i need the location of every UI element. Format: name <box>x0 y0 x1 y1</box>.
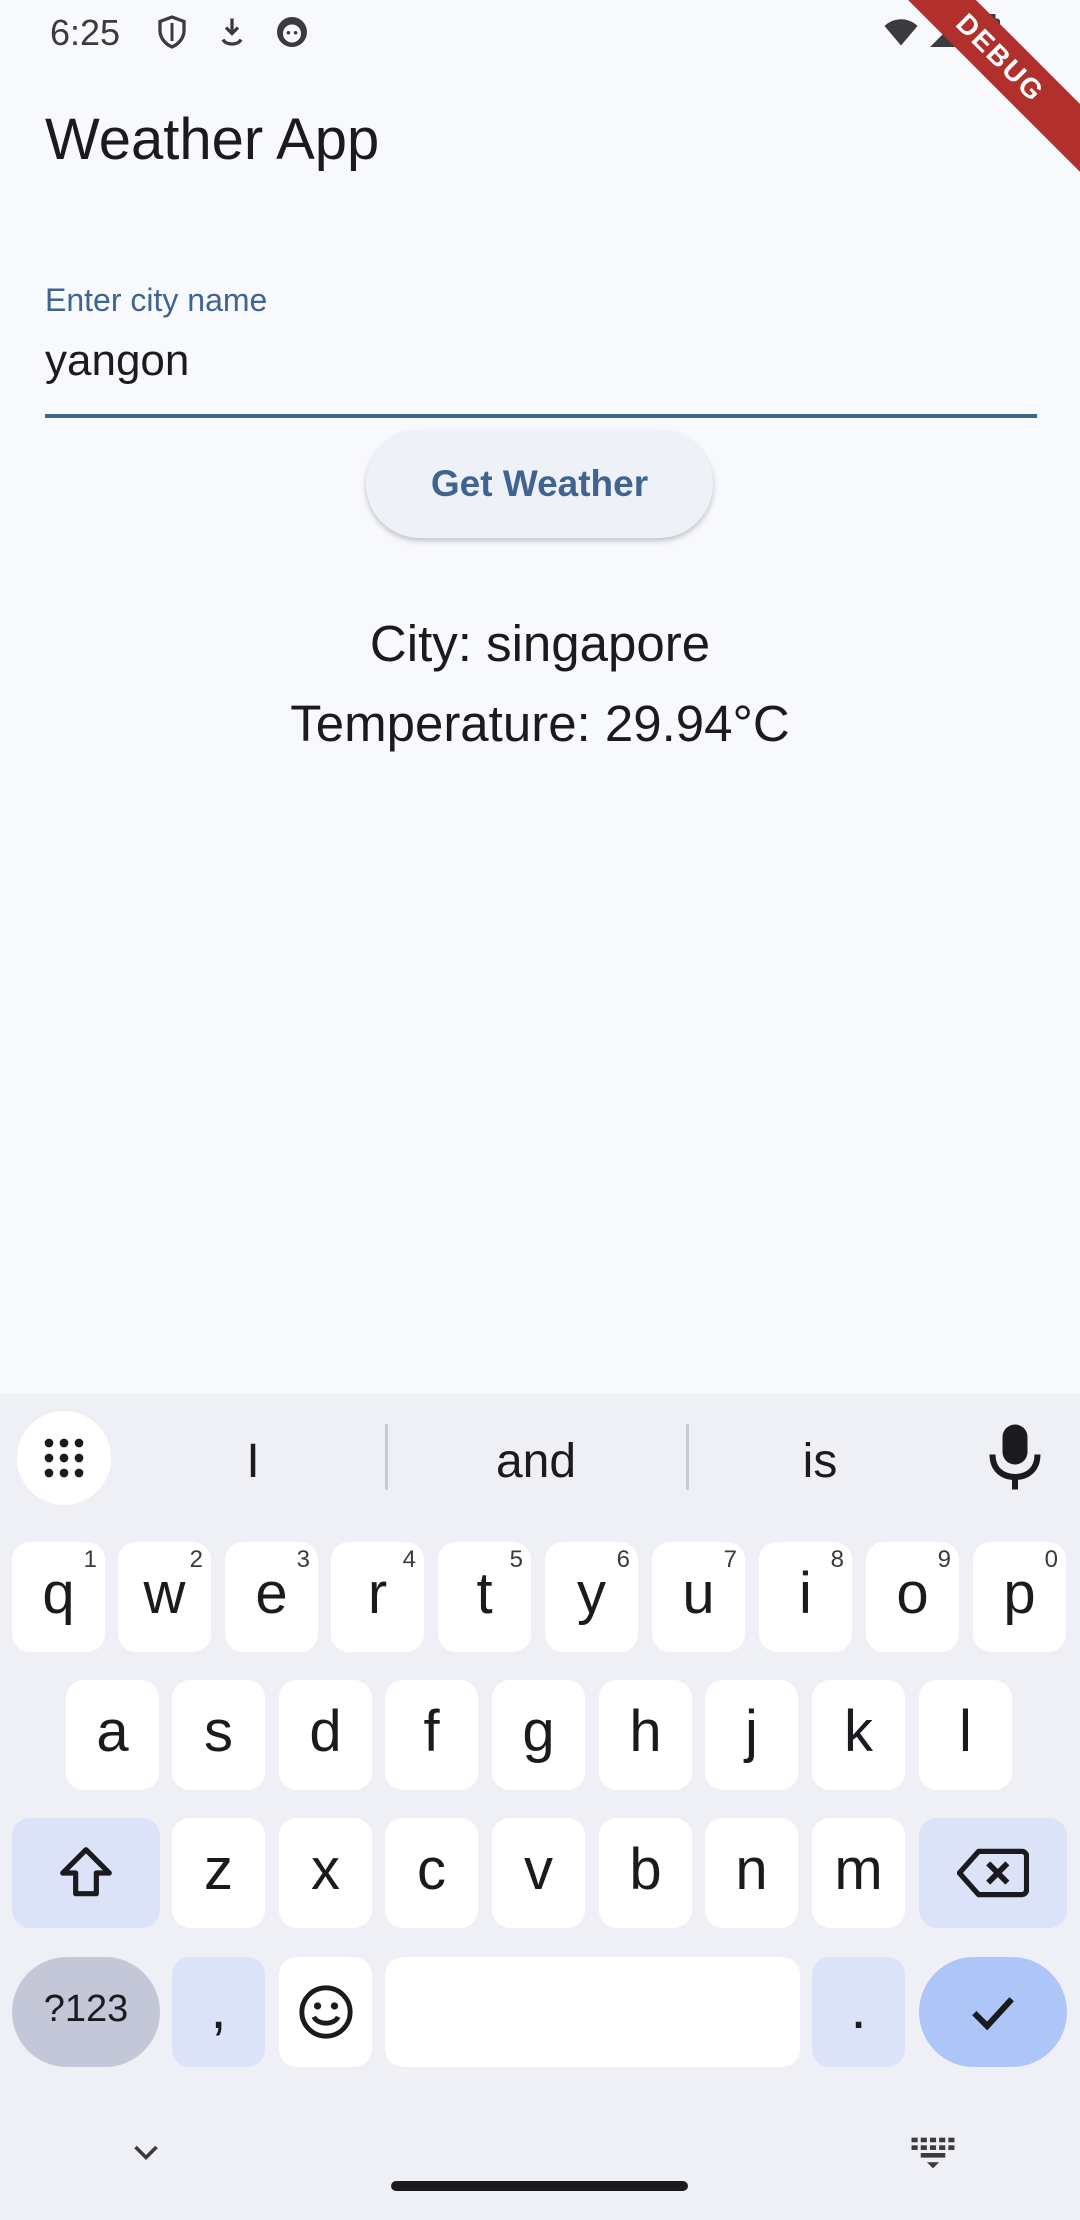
space-key[interactable] <box>385 1957 800 2067</box>
key-label: q <box>42 1561 75 1626</box>
city-input[interactable]: Enter city name yangon <box>45 280 1037 418</box>
key-hint: 4 <box>402 1546 416 1573</box>
key-e[interactable]: e3 <box>225 1542 318 1652</box>
key-label: r <box>367 1561 388 1626</box>
key-y[interactable]: y6 <box>545 1542 638 1652</box>
check-icon <box>972 1997 1014 2031</box>
key-f[interactable]: f <box>385 1680 478 1790</box>
key-m[interactable]: m <box>812 1818 905 1928</box>
key-c[interactable]: c <box>385 1818 478 1928</box>
soft-keyboard: I and is q1 w2 e3 r4 t5 y6 u7 i8 o9 p0 a… <box>0 1394 1080 2220</box>
emoji-key[interactable] <box>279 1957 372 2067</box>
key-hint: 6 <box>616 1546 630 1573</box>
key-d[interactable]: d <box>279 1680 372 1790</box>
key-t[interactable]: t5 <box>438 1542 531 1652</box>
key-z[interactable]: z <box>172 1818 265 1928</box>
key-hint: 3 <box>296 1546 310 1573</box>
shift-key[interactable] <box>12 1818 160 1928</box>
key-hint: 8 <box>830 1546 844 1573</box>
key-label: i <box>799 1561 812 1626</box>
apps-grid-icon <box>44 1438 84 1478</box>
key-l[interactable]: l <box>919 1680 1012 1790</box>
comma-key[interactable]: , <box>172 1957 265 2067</box>
key-j[interactable]: j <box>705 1680 798 1790</box>
key-hint: 9 <box>937 1546 951 1573</box>
backspace-icon <box>956 1848 1030 1898</box>
key-i[interactable]: i8 <box>759 1542 852 1652</box>
period-key[interactable]: . <box>812 1957 905 2067</box>
key-hint: 7 <box>723 1546 737 1573</box>
key-b[interactable]: b <box>599 1818 692 1928</box>
key-g[interactable]: g <box>492 1680 585 1790</box>
suggestion-divider <box>385 1424 388 1490</box>
key-label: u <box>682 1561 715 1626</box>
city-input-value[interactable]: yangon <box>45 336 189 386</box>
key-label: e <box>255 1561 288 1626</box>
result-temperature: Temperature: 29.94°C <box>290 695 790 752</box>
city-input-underline <box>45 414 1037 418</box>
key-q[interactable]: q1 <box>12 1542 105 1652</box>
backspace-key[interactable] <box>919 1818 1067 1928</box>
key-label: w <box>143 1561 186 1626</box>
symbols-key[interactable]: ?123 <box>12 1957 160 2067</box>
emoji-icon <box>298 1985 353 2039</box>
key-a[interactable]: a <box>66 1680 159 1790</box>
key-hint: 2 <box>189 1546 203 1573</box>
microphone-icon[interactable] <box>985 1422 1045 1492</box>
key-h[interactable]: h <box>599 1680 692 1790</box>
city-input-label: Enter city name <box>45 282 268 318</box>
key-label: y <box>577 1561 606 1626</box>
suggestion-3[interactable]: is <box>720 1434 920 1489</box>
key-hint: 0 <box>1044 1546 1058 1573</box>
keyboard-menu-button[interactable] <box>17 1411 111 1505</box>
key-label: o <box>896 1561 929 1626</box>
home-handle[interactable] <box>391 2181 688 2191</box>
suggestion-1[interactable]: I <box>153 1434 353 1489</box>
enter-key[interactable] <box>919 1957 1067 2067</box>
status-time: 6:25 <box>50 12 121 53</box>
app-title: Weather App <box>45 107 380 172</box>
suggestion-strip: I and is <box>0 1394 1080 1524</box>
download-icon <box>221 18 243 46</box>
shield-icon <box>158 15 186 49</box>
keyboard-switch-icon[interactable] <box>910 2135 956 2171</box>
face-icon <box>277 17 307 47</box>
get-weather-button[interactable]: Get Weather <box>366 430 713 538</box>
suggestion-divider <box>686 1424 689 1490</box>
key-n[interactable]: n <box>705 1818 798 1928</box>
key-hint: 1 <box>83 1546 97 1573</box>
status-bar: 6:25 DEBUG <box>0 0 1080 182</box>
wifi-icon <box>884 19 918 46</box>
key-x[interactable]: x <box>279 1818 372 1928</box>
key-r[interactable]: r4 <box>331 1542 424 1652</box>
chevron-down-icon[interactable] <box>128 2135 164 2171</box>
key-o[interactable]: o9 <box>866 1542 959 1652</box>
key-p[interactable]: p0 <box>973 1542 1066 1652</box>
key-s[interactable]: s <box>172 1680 265 1790</box>
key-v[interactable]: v <box>492 1818 585 1928</box>
key-label: t <box>476 1561 493 1626</box>
key-w[interactable]: w2 <box>118 1542 211 1652</box>
shift-icon <box>60 1847 112 1897</box>
key-k[interactable]: k <box>812 1680 905 1790</box>
key-label: p <box>1003 1561 1036 1626</box>
key-hint: 5 <box>509 1546 523 1573</box>
key-u[interactable]: u7 <box>652 1542 745 1652</box>
result-city: City: singapore <box>369 615 711 672</box>
suggestion-2[interactable]: and <box>436 1434 636 1489</box>
